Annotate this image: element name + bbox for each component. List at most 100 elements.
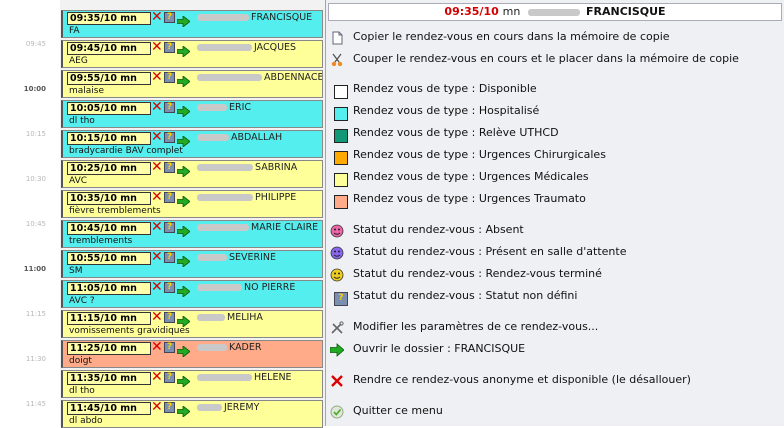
time-label: 09:45 [25, 40, 46, 48]
delete-x-icon[interactable]: ✕ [151, 221, 163, 234]
delete-x-icon[interactable]: ✕ [151, 161, 163, 174]
open-arrow-icon[interactable] [176, 162, 191, 178]
swatch-icon [330, 104, 348, 121]
menu-item[interactable]: Quitter ce menu [326, 401, 783, 421]
open-arrow-icon[interactable] [176, 42, 191, 58]
patient-name: PHILIPPE [197, 192, 296, 204]
appointment-block[interactable]: 11:05/10 mn ✕? NO PIERRE AVC ? [61, 280, 323, 308]
appointment-reason: tremblements [69, 236, 133, 246]
status-undefined-icon[interactable]: ? [164, 12, 175, 23]
patient-name: MARIE CLAIRE [197, 222, 318, 234]
open-arrow-icon[interactable] [176, 132, 191, 148]
status-undefined-icon[interactable]: ? [164, 72, 175, 83]
appointment-time: 09:55/10 mn [67, 72, 151, 85]
menu-item[interactable]: Rendez vous de type : Urgences Chirurgic… [326, 145, 783, 165]
open-arrow-icon[interactable] [176, 102, 191, 118]
appointment-time: 09:45/10 mn [67, 42, 151, 55]
appointment-block[interactable]: 11:25/10 mn ✕? KADER doigt [61, 340, 323, 368]
menu-item[interactable]: Rendez vous de type : Relève UTHCD [326, 123, 783, 143]
delete-x-icon[interactable]: ✕ [151, 131, 163, 144]
status-undefined-icon[interactable]: ? [164, 162, 175, 173]
open-arrow-icon[interactable] [176, 402, 191, 418]
open-arrow-icon[interactable] [176, 222, 191, 238]
menu-item[interactable]: Modifier les paramètres de ce rendez-vou… [326, 317, 783, 337]
status-undefined-icon[interactable]: ? [164, 102, 175, 113]
menu-item[interactable]: Rendez vous de type : Urgences Médicales [326, 167, 783, 187]
delete-x-icon[interactable]: ✕ [151, 371, 163, 384]
patient-name: ABDENNACEUR [197, 72, 322, 84]
delete-x-icon[interactable]: ✕ [151, 101, 163, 114]
menu-item[interactable]: Rendez vous de type : Urgences Traumato [326, 189, 783, 209]
menu-item[interactable]: Copier le rendez-vous en cours dans la m… [326, 27, 783, 47]
appointment-time: 10:55/10 mn [67, 252, 151, 265]
quit-check-icon [330, 404, 344, 419]
open-arrow-icon[interactable] [176, 372, 191, 388]
delete-x-icon[interactable]: ✕ [151, 311, 163, 324]
appointment-block[interactable]: 11:35/10 mn ✕? HELENE dl tho [61, 370, 323, 398]
appointment-reason: SM [69, 266, 83, 276]
appointment-block[interactable]: 11:45/10 mn ✕? JEREMY dl abdo [61, 400, 323, 428]
status-undefined-icon[interactable]: ? [164, 42, 175, 53]
menu-item[interactable]: Ouvrir le dossier : FRANCISQUE [326, 339, 783, 359]
menu-item-label: Ouvrir le dossier : FRANCISQUE [353, 342, 526, 355]
menu-item[interactable]: Statut du rendez-vous : Présent en salle… [326, 242, 783, 262]
menu-item[interactable]: ? Statut du rendez-vous : Statut non défi… [326, 286, 783, 306]
appointment-time: 10:35/10 mn [67, 192, 151, 205]
status-undefined-icon[interactable]: ? [164, 132, 175, 143]
open-arrow-icon[interactable] [176, 252, 191, 268]
appointment-block[interactable]: 10:05/10 mn ✕? ERIC dl tho [61, 100, 323, 128]
status-undefined-icon[interactable]: ? [164, 402, 175, 413]
patient-name: ABDALLAH [197, 132, 282, 144]
delete-x-icon[interactable]: ✕ [151, 71, 163, 84]
appointment-block[interactable]: 10:25/10 mn ✕? SABRINA AVC [61, 160, 323, 188]
open-arrow-icon[interactable] [176, 312, 191, 328]
status-undefined-icon[interactable]: ? [164, 312, 175, 323]
appointment-reason: bradycardie BAV complet [69, 146, 183, 156]
appointment-reason: FA [69, 26, 80, 36]
menu-item[interactable]: Rendre ce rendez-vous anonyme et disponi… [326, 370, 783, 390]
open-arrow-icon[interactable] [176, 12, 191, 28]
delete-x-icon[interactable]: ✕ [151, 11, 163, 24]
status-undefined-icon[interactable]: ? [164, 222, 175, 233]
menu-item[interactable]: Rendez vous de type : Hospitalisé [326, 101, 783, 121]
status-absent-icon [330, 223, 344, 238]
menu-item[interactable]: Rendez vous de type : Disponible [326, 79, 783, 99]
appointment-block[interactable]: 11:15/10 mn ✕? MELIHA vomissements gravidiq… [61, 310, 323, 338]
patient-name: ERIC [197, 102, 251, 114]
appointment-reason: malaise [69, 86, 105, 96]
appointment-block[interactable]: 09:45/10 mn ✕? JACQUES AEG [61, 40, 323, 68]
status-undefined-icon[interactable]: ? [164, 372, 175, 383]
swatch-icon [330, 82, 348, 99]
delete-x-icon[interactable]: ✕ [151, 251, 163, 264]
menu-item[interactable]: Statut du rendez-vous : Absent [326, 220, 783, 240]
delete-x-icon[interactable]: ✕ [151, 401, 163, 414]
appointment-reason: doigt [69, 356, 92, 366]
appointment-reason: AVC [69, 176, 88, 186]
menu-item[interactable]: Couper le rendez-vous en cours et le pla… [326, 49, 783, 69]
appointment-block[interactable]: 09:35/10 mn ✕? FRANCISQUE FA [61, 10, 323, 38]
status-undefined-icon[interactable]: ? [164, 192, 175, 203]
status-undefined-icon[interactable]: ? [164, 342, 175, 353]
delete-x-icon[interactable]: ✕ [151, 41, 163, 54]
open-arrow-icon[interactable] [176, 282, 191, 298]
delete-x-icon[interactable]: ✕ [151, 341, 163, 354]
appointment-block[interactable]: 10:45/10 mn ✕? MARIE CLAIRE tremblements [61, 220, 323, 248]
status-undefined-icon[interactable]: ? [164, 252, 175, 263]
menu-item-label: Statut du rendez-vous : Présent en salle… [353, 245, 627, 258]
patient-name: SEVERINE [197, 252, 276, 264]
appointment-block[interactable]: 10:15/10 mn ✕? ABDALLAH bradycardie BAV com… [61, 130, 323, 158]
open-arrow-icon[interactable] [176, 192, 191, 208]
menu-item[interactable]: Statut du rendez-vous : Rendez-vous term… [326, 264, 783, 284]
time-label: 11:00 [23, 265, 46, 273]
time-label: 10:45 [25, 220, 46, 228]
open-arrow-icon[interactable] [176, 342, 191, 358]
appointment-block[interactable]: 10:55/10 mn ✕? SEVERINE SM [61, 250, 323, 278]
delete-x-icon[interactable]: ✕ [151, 281, 163, 294]
appointment-block[interactable]: 10:35/10 mn ✕? PHILIPPE fièvre tremblements [61, 190, 323, 218]
appointment-time: 11:45/10 mn [67, 402, 151, 415]
open-arrow-icon[interactable] [176, 72, 191, 88]
time-label: 10:00 [23, 85, 46, 93]
status-undefined-icon[interactable]: ? [164, 282, 175, 293]
appointment-block[interactable]: 09:55/10 mn✕? ABDENNACEUR malaise [61, 70, 323, 98]
delete-x-icon[interactable]: ✕ [151, 191, 163, 204]
